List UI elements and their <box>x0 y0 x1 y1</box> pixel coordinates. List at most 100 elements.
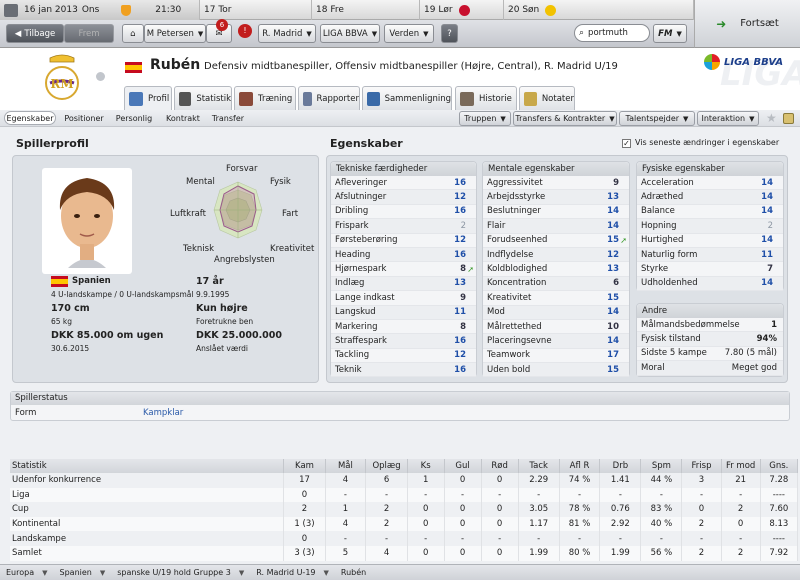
attribute-row[interactable]: Styrke 7 <box>637 262 783 277</box>
calendar-day-2[interactable]: 18 Fre <box>312 0 420 20</box>
table-row[interactable]: Kontinental 1 (3) 4 2 0 0 0 1.17 81 % 2.92 40 % 2 0 8… <box>10 516 799 532</box>
attribute-row[interactable]: Placeringsevne 14 <box>483 334 629 349</box>
attribute-row[interactable]: Tackling 12 <box>331 349 476 364</box>
league-menu[interactable]: LIGA BBVA ▼ <box>320 24 380 43</box>
attribute-row[interactable]: Naturlig form 11 <box>637 247 783 263</box>
attribute-row[interactable]: Straffespark 16 <box>331 334 476 349</box>
attribute-row[interactable]: Indlæg 13 <box>331 276 476 292</box>
subtab-kontrakt[interactable]: Kontrakt <box>162 111 204 125</box>
calendar-day-4[interactable]: 20 Søn <box>504 0 694 20</box>
tab-stats[interactable]: Statistik <box>174 86 232 110</box>
table-row[interactable]: Cup 2 1 2 0 0 0 3.05 78 % 0.76 83 % 0 2 7.60 <box>10 502 799 517</box>
favourite-dot-icon[interactable] <box>96 72 105 81</box>
column-header[interactable]: Rød <box>481 459 519 473</box>
attribute-row[interactable]: Uden bold 15 <box>483 363 629 378</box>
attribute-row[interactable]: Sidste 5 kampe 7.80 (5 mål) <box>637 347 783 362</box>
attribute-row[interactable]: Dribling 16 <box>331 205 476 220</box>
subtab-personlig[interactable]: Personlig <box>112 111 156 125</box>
attribute-row[interactable]: Adræthed 14 <box>637 190 783 205</box>
attribute-row[interactable]: Acceleration 14 <box>637 176 783 191</box>
attribute-row[interactable]: Udholdenhed 14 <box>637 276 783 292</box>
attribute-row[interactable]: Målmandsbedømmelse 1 <box>637 318 783 333</box>
column-header[interactable]: Spm <box>640 459 683 473</box>
column-header[interactable]: Frisp <box>681 459 722 473</box>
column-header[interactable]: Oplæg <box>365 459 408 473</box>
column-header[interactable]: Afl R <box>559 459 601 473</box>
breadcrumb-item[interactable]: R. Madrid U-19 ▼ <box>250 568 335 577</box>
attribute-row[interactable]: Afleveringer 16 <box>331 176 476 191</box>
home-button[interactable]: ⌂ <box>122 24 144 43</box>
subtab-positioner[interactable]: Positioner <box>60 111 108 125</box>
column-header[interactable]: Gns. <box>760 459 799 473</box>
table-row[interactable]: Udenfor konkurrence 17 4 6 1 0 0 2.29 74 % 1.41 44… <box>10 473 799 488</box>
attribute-row[interactable]: Frispark 2 <box>331 219 476 234</box>
attribute-row[interactable]: Arbejdsstyrke 13 <box>483 190 629 205</box>
calendar-today[interactable]: 16 jan 2013 Ons 21:30 <box>0 0 200 20</box>
attribute-row[interactable]: Teknik 16 <box>331 363 476 378</box>
tab-training[interactable]: Træning <box>234 86 296 110</box>
attribute-row[interactable]: Markering 8 <box>331 320 476 335</box>
action-menu-0[interactable]: Truppen ▼ <box>459 111 511 126</box>
breadcrumb-item[interactable]: spanske U/19 hold Gruppe 3 ▼ <box>111 568 250 577</box>
attribute-row[interactable]: Lange indkast 9 <box>331 291 476 306</box>
action-menu-3[interactable]: Interaktion ▼ <box>697 111 759 126</box>
attribute-row[interactable]: Indflydelse 12 <box>483 247 629 263</box>
breadcrumb-item[interactable]: Spanien ▼ <box>54 568 112 577</box>
breadcrumb-item[interactable]: Rubén <box>335 568 372 577</box>
column-header[interactable]: Kam <box>283 459 326 473</box>
attribute-row[interactable]: Heading 16 <box>331 247 476 263</box>
star-icon[interactable]: ★ <box>766 111 777 125</box>
subtab-egenskaber[interactable]: Egenskaber <box>4 111 56 125</box>
attribute-row[interactable]: Koldblodighed 13 <box>483 262 629 277</box>
attribute-row[interactable]: Hopning 2 <box>637 219 783 234</box>
show-changes-checkbox[interactable]: ✓ <box>622 139 631 148</box>
manager-menu[interactable]: M Petersen ▼ <box>144 24 206 43</box>
forward-button[interactable]: Frem <box>64 24 114 43</box>
attribute-row[interactable]: Koncentration 6 <box>483 276 629 292</box>
subtab-transfer[interactable]: Transfer <box>208 111 248 125</box>
column-header[interactable]: Mål <box>325 459 367 473</box>
alert-badge[interactable]: ! <box>238 24 252 38</box>
calendar-day-1[interactable]: 17 Tor <box>200 0 312 20</box>
column-header[interactable]: Fr mod <box>721 459 761 473</box>
attribute-row[interactable]: Balance 14 <box>637 205 783 220</box>
attribute-row[interactable]: Beslutninger 14 <box>483 205 629 220</box>
column-header[interactable]: Statistik <box>10 459 285 473</box>
breadcrumb-item[interactable]: Europa ▼ <box>0 568 54 577</box>
attribute-row[interactable]: Kreativitet 15 <box>483 291 629 306</box>
tab-notes[interactable]: Notater <box>519 86 575 110</box>
calendar-day-3[interactable]: 19 Lør <box>420 0 504 20</box>
attribute-row[interactable]: Teamwork 17 <box>483 349 629 364</box>
attribute-row[interactable]: Afslutninger 12 <box>331 190 476 205</box>
attribute-row[interactable]: Hurtighed 14 <box>637 234 783 248</box>
attribute-row[interactable]: Mod 14 <box>483 305 629 320</box>
attribute-row[interactable]: Hjørnespark 8 ➚ <box>331 262 476 277</box>
action-menu-2[interactable]: Talentspejder ▼ <box>619 111 695 126</box>
tab-profile[interactable]: Profil <box>124 86 172 111</box>
table-row[interactable]: Liga 0- - - - - - - - - - - ---- <box>10 487 799 503</box>
tab-history[interactable]: Historie <box>455 86 517 110</box>
attribute-row[interactable]: Aggressivitet 9 <box>483 176 629 191</box>
attribute-row[interactable]: Fysisk tilstand 94% <box>637 332 783 347</box>
back-button[interactable]: ◀ Tilbage <box>6 24 64 43</box>
table-row[interactable]: Samlet 3 (3) 5 4 0 0 0 1.99 80 % 1.99 56 % 2 2 7.92 <box>10 545 799 561</box>
attribute-row[interactable]: Flair 14 <box>483 219 629 234</box>
world-menu[interactable]: Verden ▼ <box>384 24 434 43</box>
column-header[interactable]: Ks <box>407 459 445 473</box>
tab-compare[interactable]: Sammenligning <box>362 86 452 110</box>
add-note-icon[interactable] <box>783 113 794 124</box>
club-menu[interactable]: R. Madrid ▼ <box>258 24 316 43</box>
fm-menu[interactable]: FM ▼ <box>653 24 687 43</box>
column-header[interactable]: Gul <box>444 459 482 473</box>
attribute-row[interactable]: Moral Meget god <box>637 361 783 376</box>
action-menu-1[interactable]: Transfers & Kontrakter ▼ <box>513 111 617 126</box>
attribute-row[interactable]: Forudseenhed 15 ➚ <box>483 234 629 248</box>
nationality[interactable]: Spanien <box>72 276 111 286</box>
column-header[interactable]: Tack <box>518 459 560 473</box>
attribute-row[interactable]: Målrettethed 10 <box>483 320 629 335</box>
column-header[interactable]: Drb <box>599 459 642 473</box>
attribute-row[interactable]: Langskud 11 <box>331 305 476 320</box>
attribute-row[interactable]: Førsteberøring 12 <box>331 234 476 248</box>
search-input[interactable]: ⌕ portmuth <box>574 24 650 42</box>
help-button[interactable]: ? <box>441 24 458 43</box>
